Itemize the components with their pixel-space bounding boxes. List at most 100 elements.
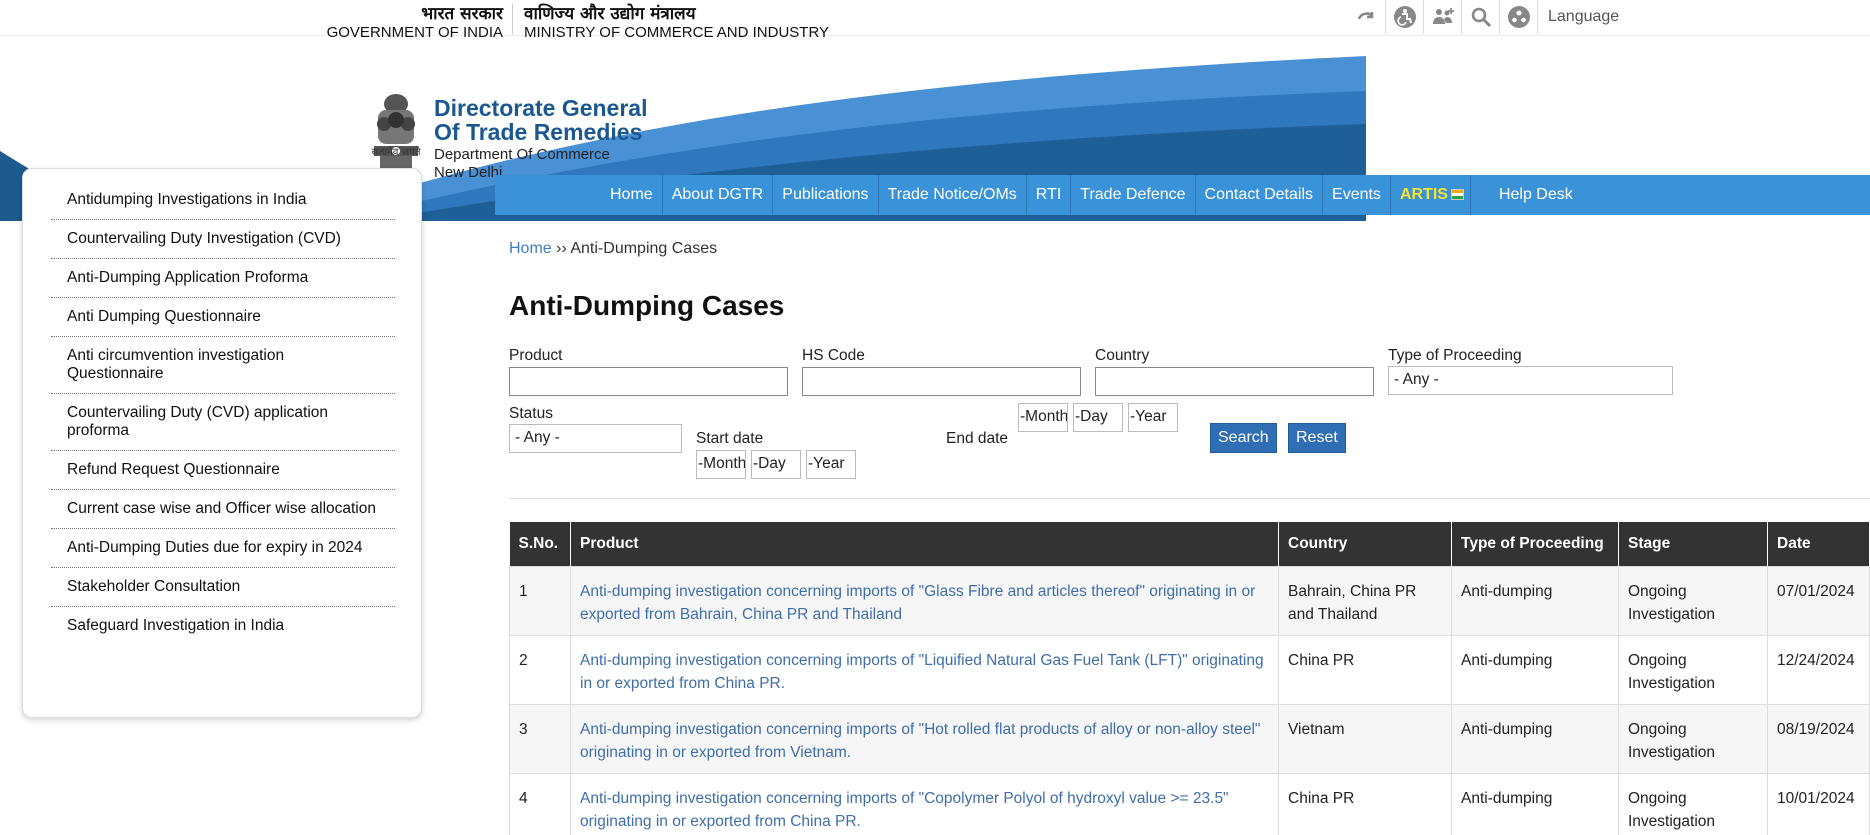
government-strip: भारत सरकार GOVERNMENT OF INDIA वाणिज्य औ… — [0, 0, 1870, 41]
col-header-product[interactable]: Product — [570, 522, 1279, 566]
accessibility-icon[interactable] — [1386, 0, 1424, 34]
form-separator — [509, 498, 1870, 499]
type-of-proceeding-select[interactable]: - Any - — [1388, 366, 1673, 395]
site-title-block[interactable]: Directorate General Of Trade Remedies De… — [434, 96, 647, 182]
cell-date: 12/24/2024 — [1767, 634, 1870, 705]
nav-about-dgtr[interactable]: About DGTR — [663, 175, 774, 215]
cell-stage: Ongoing Investigation — [1618, 634, 1768, 705]
col-header-sno[interactable]: S.No. — [509, 522, 571, 566]
sidebar-item-stakeholder-consultation[interactable]: Stakeholder Consultation — [51, 568, 395, 607]
nav-contact-details[interactable]: Contact Details — [1196, 175, 1324, 215]
cell-country: Bahrain, China PR and Thailand — [1278, 565, 1452, 636]
table-row: 4 Anti-dumping investigation concerning … — [509, 772, 1870, 835]
start-year-select[interactable]: -Year — [806, 450, 856, 479]
search-button[interactable]: Search — [1210, 423, 1277, 453]
end-year-select[interactable]: -Year — [1128, 403, 1178, 432]
breadcrumb-current: Anti-Dumping Cases — [570, 240, 718, 257]
sidebar-item-ad-application-proforma[interactable]: Anti-Dumping Application Proforma — [51, 259, 395, 298]
start-date-label: Start date — [696, 430, 764, 447]
nav-events[interactable]: Events — [1323, 175, 1391, 215]
end-month-select[interactable]: -Month — [1018, 403, 1068, 432]
end-day-select[interactable]: -Day — [1073, 403, 1123, 432]
product-input[interactable] — [509, 367, 788, 396]
nav-home[interactable]: Home — [601, 175, 663, 215]
nav-trade-defence[interactable]: Trade Defence — [1071, 175, 1196, 215]
ministry-hindi-label: वाणिज्य और उद्योग मंत्रालय — [524, 4, 696, 24]
cell-date: 10/01/2024 — [1767, 772, 1870, 835]
nav-help-desk[interactable]: Help Desk — [1471, 175, 1582, 215]
hs-code-label: HS Code — [802, 347, 865, 364]
table-header-row: S.No. Product Country Type of Proceeding… — [509, 522, 1870, 566]
site-title-line1: Directorate General — [434, 95, 648, 121]
sidebar-item-anti-circumvention-questionnaire[interactable]: Anti circumvention investigation Questio… — [51, 337, 395, 394]
sidebar-item-ad-questionnaire[interactable]: Anti Dumping Questionnaire — [51, 298, 395, 337]
sidebar-menu: Antidumping Investigations in India Coun… — [22, 168, 422, 718]
cell-country: China PR — [1278, 772, 1452, 835]
flag-icon — [1450, 189, 1464, 200]
cell-product-link[interactable]: Anti-dumping investigation concerning im… — [570, 703, 1279, 774]
sidebar-item-refund-request[interactable]: Refund Request Questionnaire — [51, 451, 395, 490]
breadcrumb-separator: ›› — [551, 240, 571, 257]
nav-artis-label: ARTIS — [1399, 186, 1448, 203]
accessibility-bar: Language — [1348, 0, 1619, 34]
cell-type: Anti-dumping — [1451, 565, 1619, 636]
sidebar-item-safeguard-investigation[interactable]: Safeguard Investigation in India — [51, 607, 395, 645]
page-title: Anti-Dumping Cases — [509, 290, 785, 321]
status-label: Status — [509, 405, 553, 422]
cell-type: Anti-dumping — [1451, 703, 1619, 774]
cases-table: S.No. Product Country Type of Proceeding… — [509, 522, 1870, 835]
table-row: 1 Anti-dumping investigation concerning … — [509, 565, 1870, 636]
end-date-label: End date — [946, 430, 1009, 447]
cell-date: 07/01/2024 — [1767, 565, 1870, 636]
site-title-line2: Of Trade Remedies — [434, 119, 643, 145]
cell-product-link[interactable]: Anti-dumping investigation concerning im… — [570, 634, 1279, 705]
main-navigation: Home About DGTR Publications Trade Notic… — [495, 175, 1870, 215]
cell-type: Anti-dumping — [1451, 634, 1619, 705]
cell-stage: Ongoing Investigation — [1618, 565, 1768, 636]
cell-product-link[interactable]: Anti-dumping investigation concerning im… — [570, 565, 1279, 636]
cell-country: Vietnam — [1278, 703, 1452, 774]
col-header-stage[interactable]: Stage — [1618, 522, 1768, 566]
cell-sno: 2 — [509, 634, 571, 705]
nav-trade-notice[interactable]: Trade Notice/OMs — [879, 175, 1027, 215]
language-selector[interactable]: Language — [1538, 8, 1619, 26]
sidebar-item-cvd-application-proforma[interactable]: Countervailing Duty (CVD) application pr… — [51, 394, 395, 451]
emblem-motto: सत्यमेव जयते — [371, 147, 421, 158]
table-row: 2 Anti-dumping investigation concerning … — [509, 634, 1870, 705]
type-of-proceeding-label: Type of Proceeding — [1388, 347, 1522, 364]
nav-rti[interactable]: RTI — [1027, 175, 1072, 215]
cell-sno: 1 — [509, 565, 571, 636]
nav-artis[interactable]: ARTIS — [1391, 175, 1471, 215]
nav-publications[interactable]: Publications — [773, 175, 879, 215]
col-header-country[interactable]: Country — [1278, 522, 1452, 566]
social-icon[interactable] — [1500, 0, 1538, 34]
sitemap-icon[interactable] — [1424, 0, 1462, 34]
status-select[interactable]: - Any - — [509, 424, 682, 453]
country-label: Country — [1095, 347, 1150, 364]
cell-product-link[interactable]: Anti-dumping investigation concerning im… — [570, 772, 1279, 835]
breadcrumb-home-link[interactable]: Home — [509, 240, 552, 257]
gov-hindi-label: भारत सरकार — [421, 4, 503, 24]
col-header-date[interactable]: Date — [1767, 522, 1870, 566]
country-input[interactable] — [1095, 367, 1374, 396]
sidebar-item-case-allocation[interactable]: Current case wise and Officer wise alloc… — [51, 490, 395, 529]
cell-stage: Ongoing Investigation — [1618, 703, 1768, 774]
cell-sno: 3 — [509, 703, 571, 774]
cell-stage: Ongoing Investigation — [1618, 772, 1768, 835]
skip-to-content-icon[interactable] — [1348, 0, 1386, 34]
table-row: 3 Anti-dumping investigation concerning … — [509, 703, 1870, 774]
start-month-select[interactable]: -Month — [696, 450, 746, 479]
cell-type: Anti-dumping — [1451, 772, 1619, 835]
search-icon[interactable] — [1462, 0, 1500, 34]
sidebar-item-duties-expiry-2024[interactable]: Anti-Dumping Duties due for expiry in 20… — [51, 529, 395, 568]
cell-date: 08/19/2024 — [1767, 703, 1870, 774]
hs-code-input[interactable] — [802, 367, 1081, 396]
gov-divider — [512, 4, 513, 34]
col-header-type[interactable]: Type of Proceeding — [1451, 522, 1619, 566]
reset-button[interactable]: Reset — [1288, 423, 1346, 453]
breadcrumb: Home ›› Anti-Dumping Cases — [509, 240, 717, 258]
sidebar-item-antidumping-investigations[interactable]: Antidumping Investigations in India — [51, 181, 395, 220]
sidebar-item-cvd-investigation[interactable]: Countervailing Duty Investigation (CVD) — [51, 220, 395, 259]
start-day-select[interactable]: -Day — [751, 450, 801, 479]
product-label: Product — [509, 347, 563, 364]
